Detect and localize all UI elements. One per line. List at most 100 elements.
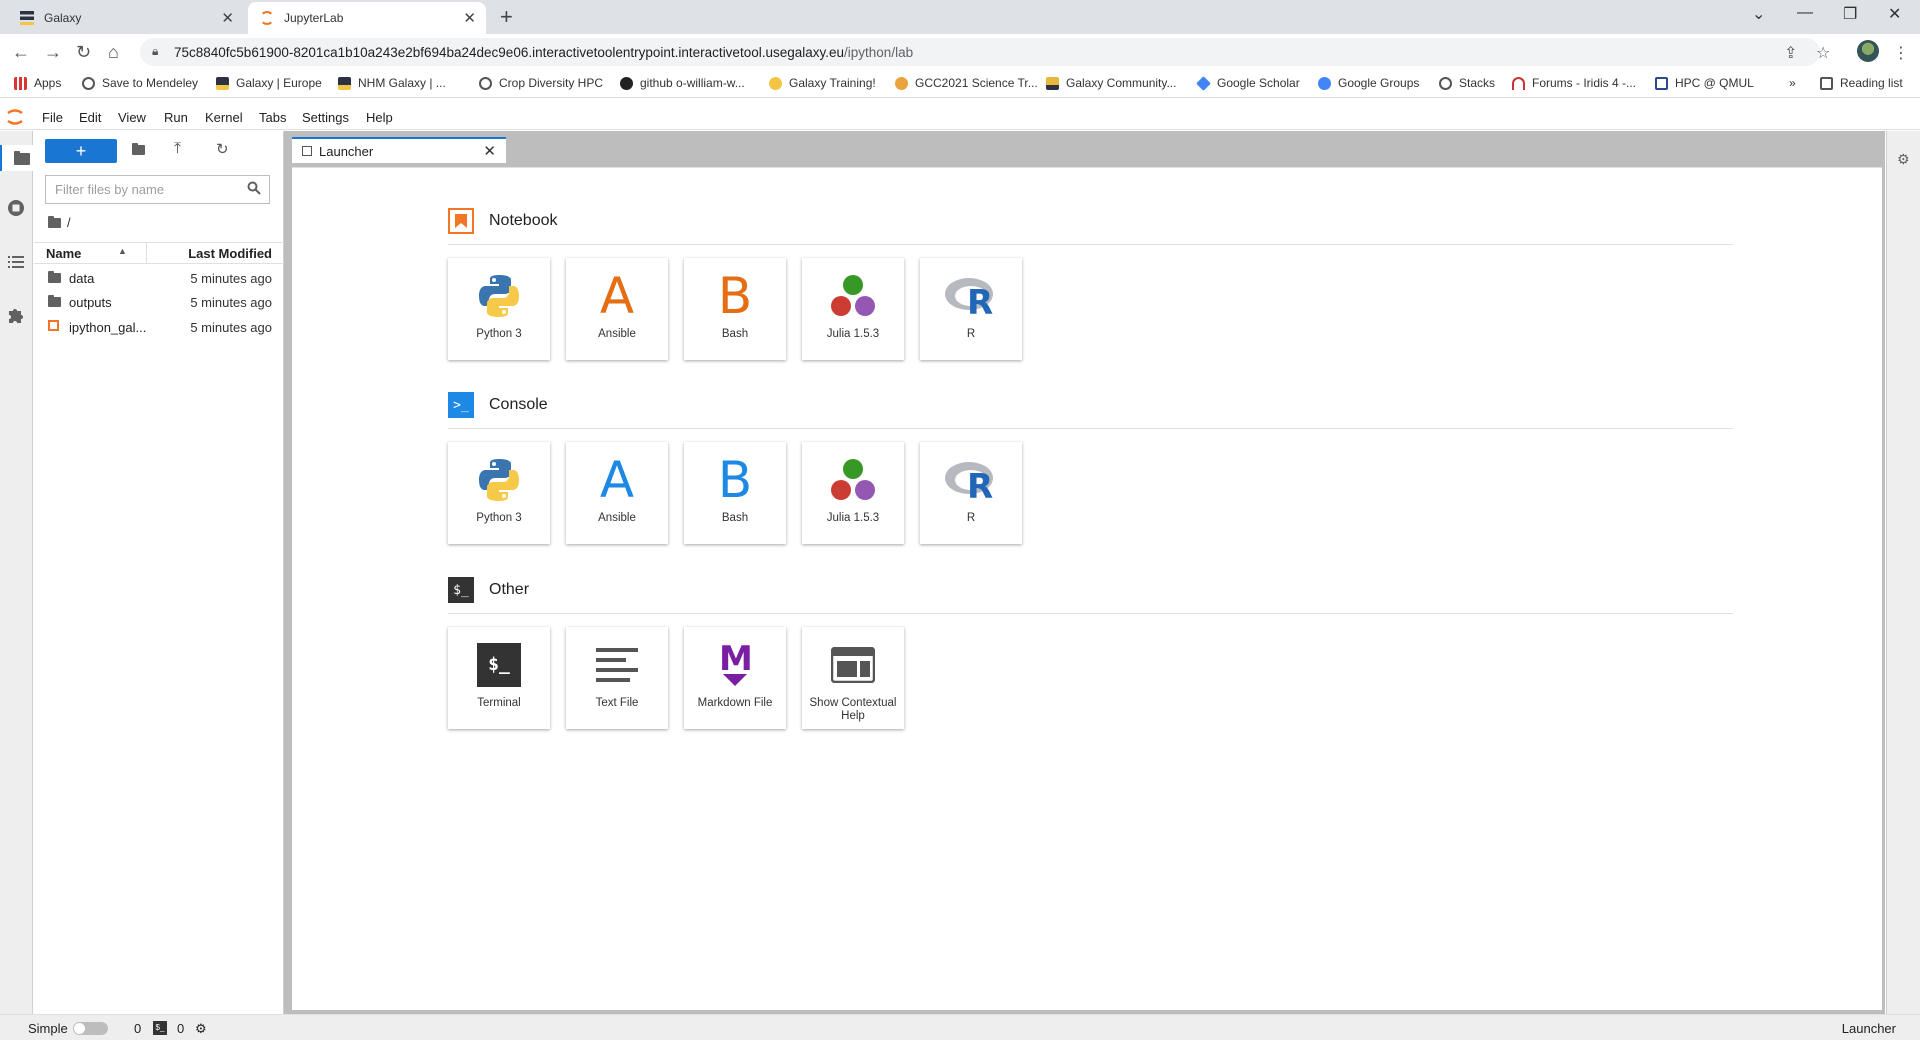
url-host: 75c8840fc5b61900-8201ca1b10a243e2bf694ba… <box>174 44 845 60</box>
file-browser-tab[interactable] <box>0 145 33 171</box>
kernel-count[interactable]: 0 <box>134 1021 141 1036</box>
globe-icon <box>1439 76 1452 90</box>
menu-kernel[interactable]: Kernel <box>205 110 243 125</box>
close-icon[interactable]: ✕ <box>483 142 496 160</box>
bookmark-apps[interactable]: Apps <box>14 76 61 90</box>
refresh-icon[interactable]: ↻ <box>216 140 229 158</box>
bookmark-stacks[interactable]: Stacks <box>1439 76 1495 90</box>
status-bar: Simple 0 $_ 0 ⚙ Launcher <box>0 1014 1920 1040</box>
column-divider[interactable] <box>146 243 147 264</box>
bookmark-hpc-qmul[interactable]: HPC @ QMUL <box>1655 76 1754 90</box>
launcher-card-text-file[interactable]: Text File <box>566 627 668 729</box>
restore-button[interactable]: ❐ <box>1843 4 1857 24</box>
launcher-card-notebook-bash[interactable]: B Bash <box>684 258 786 360</box>
column-last-modified[interactable]: Last Modified <box>188 246 272 261</box>
launcher-card-console-bash[interactable]: B Bash <box>684 442 786 544</box>
file-filter-input[interactable]: Filter files by name <box>45 175 270 204</box>
running-kernels-tab[interactable] <box>6 198 26 218</box>
menu-view[interactable]: View <box>118 110 146 125</box>
bookmark-mendeley[interactable]: Save to Mendeley <box>82 76 198 90</box>
launcher-card-console-ansible[interactable]: A Ansible <box>566 442 668 544</box>
forward-icon[interactable]: → <box>44 42 62 63</box>
file-row-data[interactable]: data 5 minutes ago <box>34 266 284 290</box>
close-window-button[interactable]: ✕ <box>1888 4 1901 24</box>
sun-icon <box>895 76 908 90</box>
menu-run[interactable]: Run <box>164 110 188 125</box>
bookmark-star-icon[interactable]: ☆ <box>1816 43 1830 63</box>
bash-letter-icon: B <box>717 451 753 509</box>
close-tab-icon[interactable]: ✕ <box>463 9 476 27</box>
terminal-count[interactable]: 0 <box>177 1021 184 1036</box>
file-row-notebook[interactable]: ipython_gal... 5 minutes ago <box>34 315 284 339</box>
minimize-button[interactable]: — <box>1797 4 1813 22</box>
reload-icon[interactable]: ↻ <box>76 42 91 63</box>
launcher-card-notebook-ansible[interactable]: A Ansible <box>566 258 668 360</box>
terminal-section-icon: $_ <box>448 577 474 603</box>
new-tab-button[interactable]: + <box>500 4 513 30</box>
bookmark-galaxy-europe[interactable]: Galaxy | Europe <box>216 76 322 90</box>
new-launcher-button[interactable]: + <box>45 139 117 163</box>
bookmark-forums-iridis[interactable]: Forums - Iridis 4 -... <box>1512 76 1636 90</box>
bookmark-google-groups[interactable]: Google Groups <box>1318 76 1419 90</box>
simple-mode-toggle[interactable] <box>73 1022 108 1035</box>
breadcrumb[interactable]: / <box>48 215 71 230</box>
launcher-card-notebook-python3[interactable]: Python 3 <box>448 258 550 360</box>
file-row-outputs[interactable]: outputs 5 minutes ago <box>34 290 284 314</box>
sort-ascending-icon: ▲ <box>118 246 127 256</box>
bookmark-nhm-galaxy[interactable]: NHM Galaxy | ... <box>338 76 446 90</box>
share-icon[interactable]: ⇪ <box>1784 43 1797 63</box>
upload-icon[interactable]: ⤒ <box>174 140 181 158</box>
gear-icon[interactable]: ⚙ <box>195 1021 207 1037</box>
julia-logo-icon <box>831 275 875 316</box>
bookmarks-overflow[interactable]: » <box>1789 76 1796 90</box>
section-divider <box>448 428 1733 429</box>
menu-settings[interactable]: Settings <box>302 110 349 125</box>
section-divider <box>448 244 1733 245</box>
bookmark-github[interactable]: github o-william-w... <box>620 76 745 90</box>
bookmark-galaxy-training[interactable]: Galaxy Training! <box>769 76 876 90</box>
menu-edit[interactable]: Edit <box>79 110 101 125</box>
browser-tab-galaxy[interactable]: Galaxy ✕ <box>8 2 244 34</box>
launcher-card-console-python3[interactable]: Python 3 <box>448 442 550 544</box>
launcher-card-markdown-file[interactable]: M Markdown File <box>684 627 786 729</box>
menu-help[interactable]: Help <box>366 110 393 125</box>
console-section-icon: >_ <box>448 392 474 418</box>
tab-launcher[interactable]: Launcher ✕ <box>292 137 506 163</box>
galaxy-favicon-icon <box>20 11 34 25</box>
notebook-section-icon <box>448 208 474 234</box>
reading-list[interactable]: Reading list <box>1820 76 1903 90</box>
github-icon <box>620 76 633 90</box>
browser-tab-jupyterlab[interactable]: JupyterLab ✕ <box>248 2 486 34</box>
back-icon[interactable]: ← <box>12 42 30 63</box>
profile-avatar[interactable] <box>1857 40 1879 62</box>
new-folder-icon[interactable] <box>132 143 145 158</box>
menu-file[interactable]: File <box>42 110 63 125</box>
menu-tabs[interactable]: Tabs <box>259 110 286 125</box>
launcher-card-console-r[interactable]: R R <box>920 442 1022 544</box>
address-bar[interactable]: 🔒︎ 75c8840fc5b61900-8201ca1b10a243e2bf69… <box>140 38 1820 66</box>
section-title: Console <box>489 396 548 413</box>
launcher-section-notebook: Notebook Python 3 A Ansible B Bash Julia… <box>448 208 1733 368</box>
browser-toolbar: ← → ↻ ⌂ 🔒︎ 75c8840fc5b61900-8201ca1b10a2… <box>0 34 1920 70</box>
bookmark-crop-diversity[interactable]: Crop Diversity HPC <box>479 76 603 90</box>
launcher-tab-icon <box>302 146 312 156</box>
launcher-card-console-julia[interactable]: Julia 1.5.3 <box>802 442 904 544</box>
lock-icon: 🔒︎ <box>152 44 159 58</box>
bookmark-galaxy-community[interactable]: Galaxy Community... <box>1046 76 1176 90</box>
table-of-contents-tab[interactable] <box>6 252 26 272</box>
file-browser-panel: + ⤒ ↻ Filter files by name / Name ▲ Last… <box>34 131 284 1014</box>
tab-search-icon[interactable]: ⌄ <box>1752 4 1765 24</box>
launcher-card-notebook-r[interactable]: R R <box>920 258 1022 360</box>
bookmark-gcc2021[interactable]: GCC2021 Science Tr... <box>895 76 1038 90</box>
column-name[interactable]: Name <box>46 246 81 261</box>
browser-menu-icon[interactable]: ⋮ <box>1893 43 1909 63</box>
property-inspector-icon[interactable]: ⚙ <box>1897 151 1910 168</box>
extension-manager-tab[interactable] <box>6 305 26 325</box>
launcher-card-contextual-help[interactable]: Show Contextual Help <box>802 627 904 729</box>
home-icon[interactable]: ⌂ <box>108 42 119 63</box>
ansible-letter-icon: A <box>599 451 635 509</box>
bookmark-google-scholar[interactable]: Google Scholar <box>1196 75 1300 91</box>
launcher-card-notebook-julia[interactable]: Julia 1.5.3 <box>802 258 904 360</box>
close-tab-icon[interactable]: ✕ <box>221 9 234 27</box>
launcher-card-terminal[interactable]: $_ Terminal <box>448 627 550 729</box>
